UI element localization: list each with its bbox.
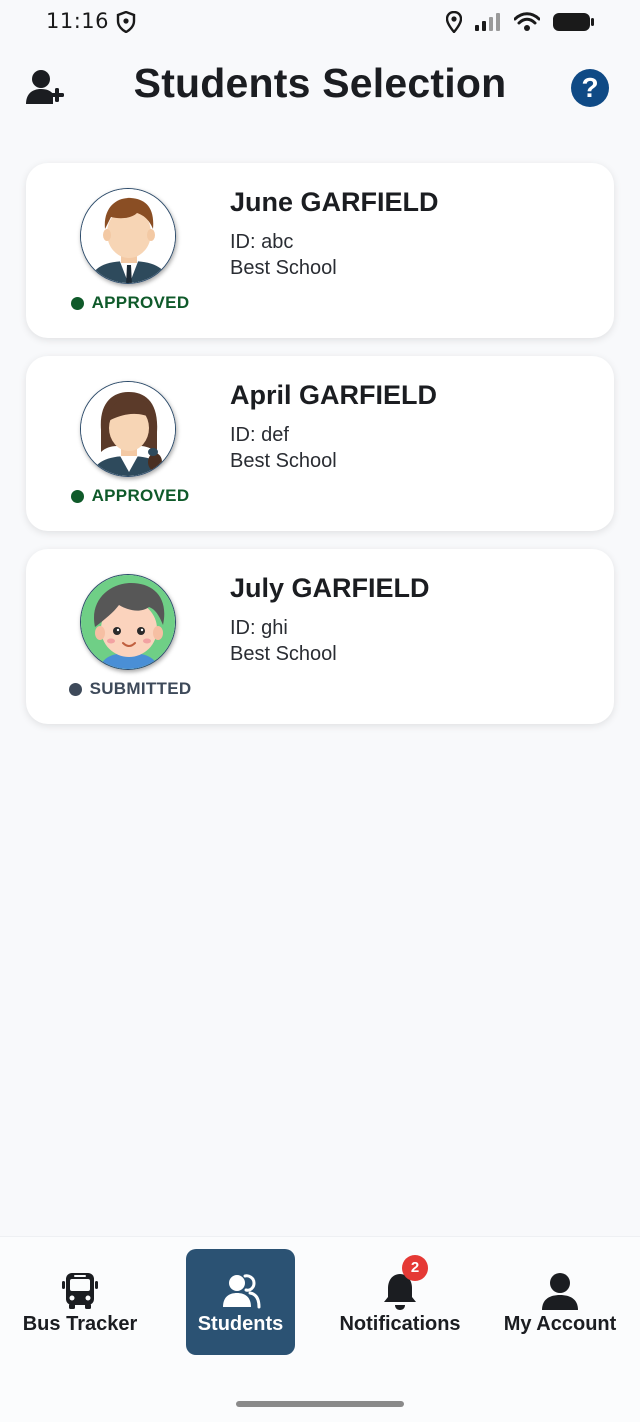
wifi-icon: [514, 12, 540, 31]
student-card-june[interactable]: APPROVED June GARFIELD ID: abc Best Scho…: [26, 163, 614, 338]
bus-icon: [62, 1273, 98, 1309]
boy-in-uniform-avatar: [80, 188, 176, 284]
status-dot: [70, 296, 84, 310]
notification-badge: 2: [402, 1255, 428, 1281]
student-school: Best School: [230, 257, 337, 279]
nav-label: Students: [197, 1313, 284, 1335]
nav-label: My Account: [503, 1313, 617, 1335]
account-icon: [542, 1273, 578, 1310]
status-label: SUBMITTED: [89, 679, 192, 698]
girl-with-braid-avatar: [80, 381, 176, 477]
shield-icon: [116, 11, 136, 33]
battery-icon: [553, 13, 594, 31]
student-name: June GARFIELD: [230, 187, 439, 217]
status-time: 11:16: [46, 9, 110, 33]
status-label: APPROVED: [91, 293, 190, 312]
bottom-nav: Bus Tracker Students Notifications My Ac…: [0, 1236, 640, 1422]
nav-notifications[interactable]: Notifications: [330, 1249, 470, 1355]
student-card-july[interactable]: SUBMITTED July GARFIELD ID: ghi Best Sch…: [26, 549, 614, 724]
help-icon: ?: [581, 72, 599, 103]
status-approved: APPROVED: [26, 293, 234, 313]
app-header: Students Selection ?: [0, 56, 640, 116]
status-dot: [68, 682, 82, 696]
student-card-april[interactable]: APPROVED April GARFIELD ID: def Best Sch…: [26, 356, 614, 531]
status-dot: [70, 489, 84, 503]
students-icon: [222, 1274, 260, 1309]
status-icons: [446, 10, 596, 34]
student-name: July GARFIELD: [230, 573, 430, 603]
student-school: Best School: [230, 643, 337, 665]
student-list: APPROVED June GARFIELD ID: abc Best Scho…: [26, 163, 614, 742]
nav-bus-tracker[interactable]: Bus Tracker: [10, 1249, 150, 1355]
student-school: Best School: [230, 450, 337, 472]
nav-my-account[interactable]: My Account: [490, 1249, 630, 1355]
status-label: APPROVED: [91, 486, 190, 505]
nav-label: Notifications: [339, 1313, 461, 1335]
student-name: April GARFIELD: [230, 380, 437, 410]
signal-icon: [475, 13, 500, 31]
status-bar: 11:16: [0, 0, 640, 44]
nav-students[interactable]: Students: [186, 1249, 295, 1355]
student-id: ID: ghi: [230, 617, 288, 639]
status-submitted: SUBMITTED: [26, 679, 234, 699]
location-icon: [446, 11, 462, 33]
student-id: ID: abc: [230, 231, 294, 253]
home-indicator[interactable]: [236, 1401, 404, 1407]
nav-label: Bus Tracker: [22, 1313, 138, 1335]
kid-on-green-avatar: [80, 574, 176, 670]
status-approved: APPROVED: [26, 486, 234, 506]
page-title: Students Selection: [133, 60, 507, 106]
student-id: ID: def: [230, 424, 289, 446]
help-button[interactable]: ?: [571, 69, 609, 107]
